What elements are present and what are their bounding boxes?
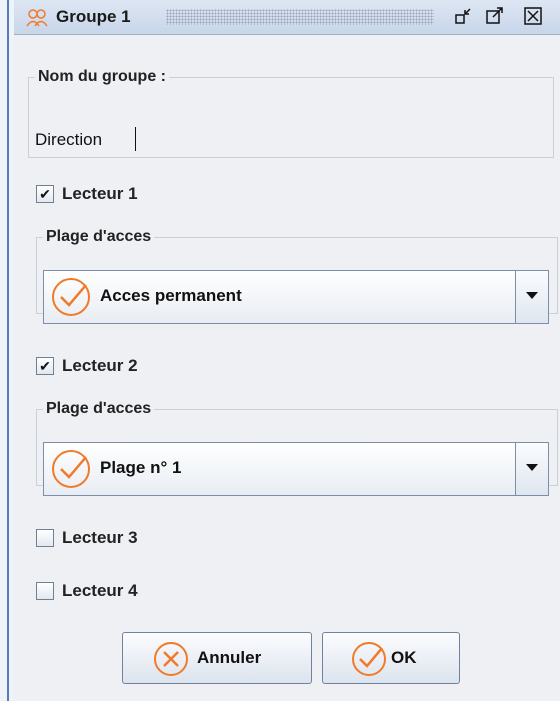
reader-3-label: Lecteur 3 <box>62 528 138 547</box>
text-caret <box>135 127 136 151</box>
check-circle-icon <box>52 450 90 488</box>
cancel-button[interactable]: Annuler <box>122 632 312 684</box>
chevron-down-icon <box>526 464 538 471</box>
group-icon <box>26 9 48 27</box>
reader-1-checkbox[interactable]: ✔ <box>36 185 54 203</box>
minimize-button[interactable] <box>452 6 474 28</box>
reader-1-plage-legend: Plage d'acces <box>46 228 152 245</box>
ok-button-label: OK <box>391 648 417 667</box>
window-title: Groupe 1 <box>56 7 131 26</box>
minimize-icon <box>455 8 471 24</box>
x-circle-icon <box>154 642 188 676</box>
group-name-fieldset: Nom du groupe : <box>28 68 554 158</box>
maximize-icon <box>486 7 503 24</box>
chevron-down-icon <box>526 292 538 299</box>
ok-button[interactable]: OK <box>322 632 460 684</box>
reader-2-checkbox[interactable]: ✔ <box>36 357 54 375</box>
reader-1-plage-select[interactable]: Acces permanent <box>43 270 549 324</box>
reader-2-label: Lecteur 2 <box>62 356 138 375</box>
title-bar-texture <box>166 9 434 25</box>
cancel-button-label: Annuler <box>197 648 262 667</box>
group-name-input[interactable] <box>35 126 435 154</box>
reader-2-plage-value: Plage n° 1 <box>100 458 182 477</box>
reader-3-checkbox[interactable] <box>36 529 54 547</box>
reader-1-label: Lecteur 1 <box>62 184 138 203</box>
internal-frame: Groupe 1 Nom du groupe : ✔ Le <box>14 0 560 701</box>
reader-2-plage-fieldset: Plage d'acces Plage n° 1 <box>36 400 558 496</box>
check-circle-icon <box>52 278 90 316</box>
group-name-legend: Nom du groupe : <box>38 68 166 85</box>
close-button[interactable] <box>522 6 544 28</box>
reader-1-plage-dropdown-button[interactable] <box>515 271 548 323</box>
reader-1-plage-value: Acces permanent <box>100 286 242 305</box>
reader-2-plage-dropdown-button[interactable] <box>515 443 548 495</box>
close-icon <box>524 7 542 25</box>
reader-4-label: Lecteur 4 <box>62 581 138 600</box>
desktop-edge <box>0 0 14 701</box>
reader-4-checkbox[interactable] <box>36 582 54 600</box>
reader-1-plage-fieldset: Plage d'acces Acces permanent <box>36 228 558 324</box>
check-circle-icon <box>352 642 386 676</box>
reader-2-plage-legend: Plage d'acces <box>46 400 152 417</box>
reader-2-plage-select[interactable]: Plage n° 1 <box>43 442 549 496</box>
title-bar[interactable]: Groupe 1 <box>14 0 560 35</box>
maximize-button[interactable] <box>484 6 506 28</box>
